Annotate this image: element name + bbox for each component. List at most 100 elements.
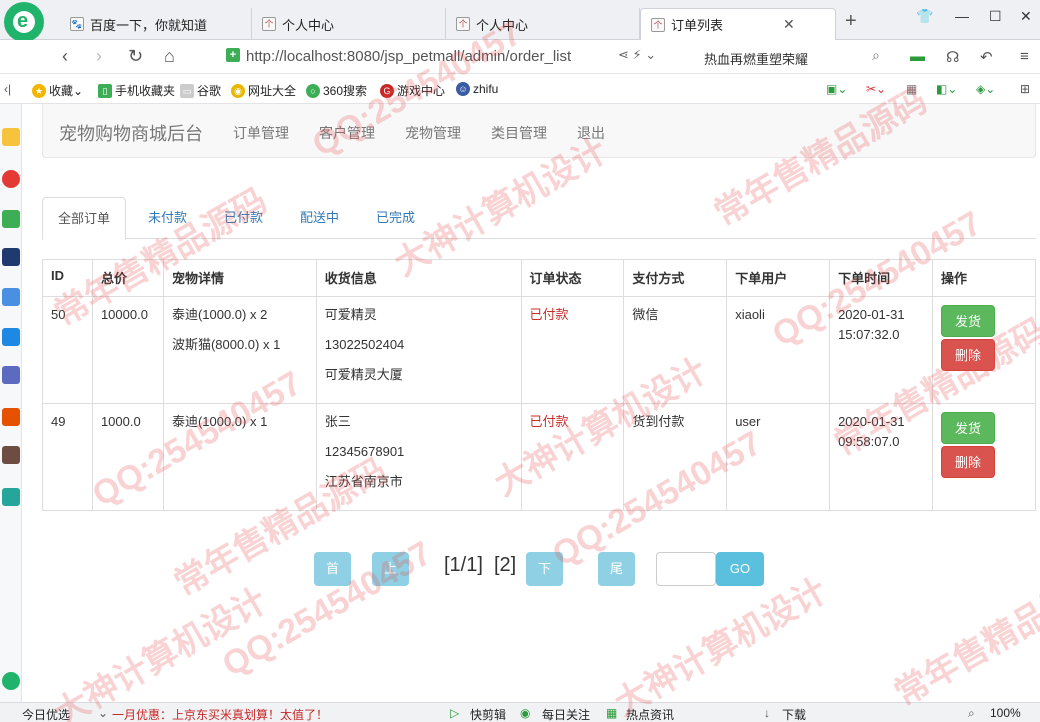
address-bar: ‹ › ↻ ⌂ + http://localhost:8080/jsp_petm…: [0, 40, 1040, 74]
page-link-2[interactable]: [2]: [494, 554, 516, 577]
extension-grid-icon[interactable]: ▦: [906, 82, 917, 96]
go-button[interactable]: GO: [716, 552, 764, 586]
mail-icon[interactable]: [2, 210, 20, 228]
minimize-icon[interactable]: —: [955, 8, 969, 24]
app-icon[interactable]: [2, 488, 20, 506]
delete-button[interactable]: 删除: [941, 446, 996, 478]
bookmark-google[interactable]: ▭ 谷歌: [180, 82, 221, 99]
bookmark-favorites[interactable]: ★ 收藏 ⌄: [32, 82, 83, 99]
next-page-button[interactable]: 下一页: [526, 552, 564, 644]
nav-logout[interactable]: 退出: [577, 123, 605, 143]
col-header-receiver: 收货信息: [315, 259, 522, 297]
nav-category-management[interactable]: 类目管理: [491, 123, 547, 143]
weibo-icon[interactable]: [2, 170, 20, 188]
news-icon[interactable]: [2, 248, 20, 266]
nav-customer-management[interactable]: 客户管理: [319, 123, 375, 143]
browser-logo-icon[interactable]: e: [4, 2, 44, 42]
status-download[interactable]: 下载: [782, 706, 806, 722]
nav-pet-management[interactable]: 宠物管理: [405, 123, 461, 143]
forward-icon[interactable]: ›: [96, 46, 102, 67]
chat-icon[interactable]: [2, 328, 20, 346]
ship-button[interactable]: 发货: [941, 305, 996, 337]
cell-receiver: 可爱精灵 13022502404 可爱精灵大厦: [315, 296, 522, 404]
receiver-name: 可爱精灵: [324, 307, 377, 322]
game-icon: G: [380, 83, 394, 98]
extension-translate-icon[interactable]: ▣⌄: [826, 82, 847, 96]
extension-money-icon[interactable]: ◈⌄: [976, 82, 995, 96]
bookmark-zhifu[interactable]: ☺ zhifu: [456, 82, 498, 96]
menu-icon[interactable]: ≡: [1020, 48, 1029, 65]
browser-tab-user-center-1[interactable]: 个 个人中心: [252, 8, 446, 40]
status-promo[interactable]: 一月优惠：上京东买米真划算！太值了！: [112, 706, 328, 722]
page-favicon-icon: 个: [262, 17, 276, 31]
ship-button[interactable]: 发货: [941, 412, 996, 444]
order-time: 09:58:07.0: [838, 434, 900, 449]
home-icon[interactable]: ⌂: [164, 46, 175, 67]
favorites-star-icon[interactable]: [2, 128, 20, 146]
cell-payment: 微信: [623, 296, 728, 404]
close-window-icon[interactable]: ✕: [1020, 8, 1032, 25]
tab-shipping[interactable]: 配送中: [285, 197, 354, 239]
share-icon[interactable]: ⋖ ⚡ ⌄: [618, 47, 656, 63]
add-app-icon[interactable]: [2, 672, 20, 690]
status-news[interactable]: 热点资讯: [626, 706, 674, 722]
cell-receiver: 张三 12345678901 江苏省南京市: [315, 403, 522, 511]
sidebar-toggle-icon[interactable]: ‹|: [4, 82, 11, 96]
tab-unpaid[interactable]: 未付款: [133, 197, 202, 239]
daily-icon: ◉: [520, 706, 531, 720]
receiver-phone: 12345678901: [324, 444, 405, 459]
shirt-icon[interactable]: 👕: [916, 8, 933, 25]
game-app-icon[interactable]: [2, 366, 20, 384]
brand-title[interactable]: 宠物购物商城后台: [59, 120, 203, 146]
nav-order-management[interactable]: 订单管理: [233, 123, 289, 143]
undo-icon[interactable]: ↶: [980, 48, 993, 66]
news-feed-icon: ▦: [606, 706, 618, 720]
phone-icon: ▯: [98, 83, 112, 98]
receiver-address: 可爱精灵大厦: [324, 367, 403, 382]
tab-completed[interactable]: 已完成: [361, 197, 430, 239]
last-page-button[interactable]: 尾页: [598, 552, 636, 610]
bookmark-games[interactable]: G 游戏中心: [380, 82, 445, 99]
search-icon[interactable]: ⌕: [872, 47, 880, 64]
bookmark-sites[interactable]: ◉ 网址大全: [231, 82, 296, 99]
cell-actions: 发货 删除: [932, 296, 1036, 404]
new-tab-icon[interactable]: +: [845, 10, 857, 33]
status-today-pick[interactable]: 今日优选: [22, 706, 70, 722]
item-line: 泰迪(1000.0) x 2: [171, 307, 268, 322]
tab-paid[interactable]: 已付款: [209, 197, 278, 239]
first-page-button[interactable]: 首页: [314, 552, 352, 610]
cell-status: 已付款: [520, 403, 625, 511]
game-app-icon-3[interactable]: [2, 446, 20, 464]
bookmark-360[interactable]: ○ 360搜索: [306, 82, 367, 99]
bookmark-mobile[interactable]: ▯ 手机收藏夹: [98, 82, 175, 99]
status-zoom[interactable]: 100%: [990, 706, 1021, 720]
extension-game-icon[interactable]: ◧⌄: [936, 82, 957, 96]
battery-icon[interactable]: ▬: [910, 48, 925, 65]
browser-tab-order-list[interactable]: 个 订单列表 ✕: [640, 8, 836, 40]
browser-tab-baidu[interactable]: 🐾 百度一下，你就知道: [60, 8, 252, 40]
tab-all-orders[interactable]: 全部订单: [42, 197, 127, 240]
extensions-icon[interactable]: ⊞: [1020, 82, 1030, 96]
browser-search-field[interactable]: 热血再燃重塑荣耀 ⌕: [696, 45, 892, 69]
cell-status: 已付款: [520, 296, 625, 404]
headphones-icon[interactable]: ☊: [946, 48, 959, 66]
extension-cut-icon[interactable]: ✂⌄: [866, 82, 886, 96]
reload-icon[interactable]: ↻: [128, 46, 143, 67]
cell-id: 49: [42, 403, 93, 511]
browser-tab-user-center-2[interactable]: 个 个人中心: [446, 8, 640, 40]
url-field[interactable]: + http://localhost:8080/jsp_petmall/admi…: [218, 45, 688, 69]
chevron-down-icon[interactable]: ⌄: [98, 706, 108, 720]
tab-close-icon[interactable]: ✕: [783, 16, 795, 33]
page-favicon-icon: 个: [456, 17, 470, 31]
maximize-icon[interactable]: ☐: [989, 8, 1002, 25]
back-icon[interactable]: ‹: [62, 46, 68, 67]
status-daily[interactable]: 每日关注: [542, 706, 590, 722]
game-app-icon-2[interactable]: [2, 408, 20, 426]
doc-icon[interactable]: [2, 288, 20, 306]
cell-user: xiaoli: [726, 296, 831, 404]
prev-page-button[interactable]: 上一页: [372, 552, 410, 644]
delete-button[interactable]: 删除: [941, 339, 996, 371]
orders-table: ID 总价 宠物详情 收货信息 订单状态 支付方式 下单用户 下单时间 操作 5…: [42, 259, 1036, 511]
status-quick-edit[interactable]: 快剪辑: [470, 706, 506, 722]
page-number-input[interactable]: [656, 552, 716, 586]
